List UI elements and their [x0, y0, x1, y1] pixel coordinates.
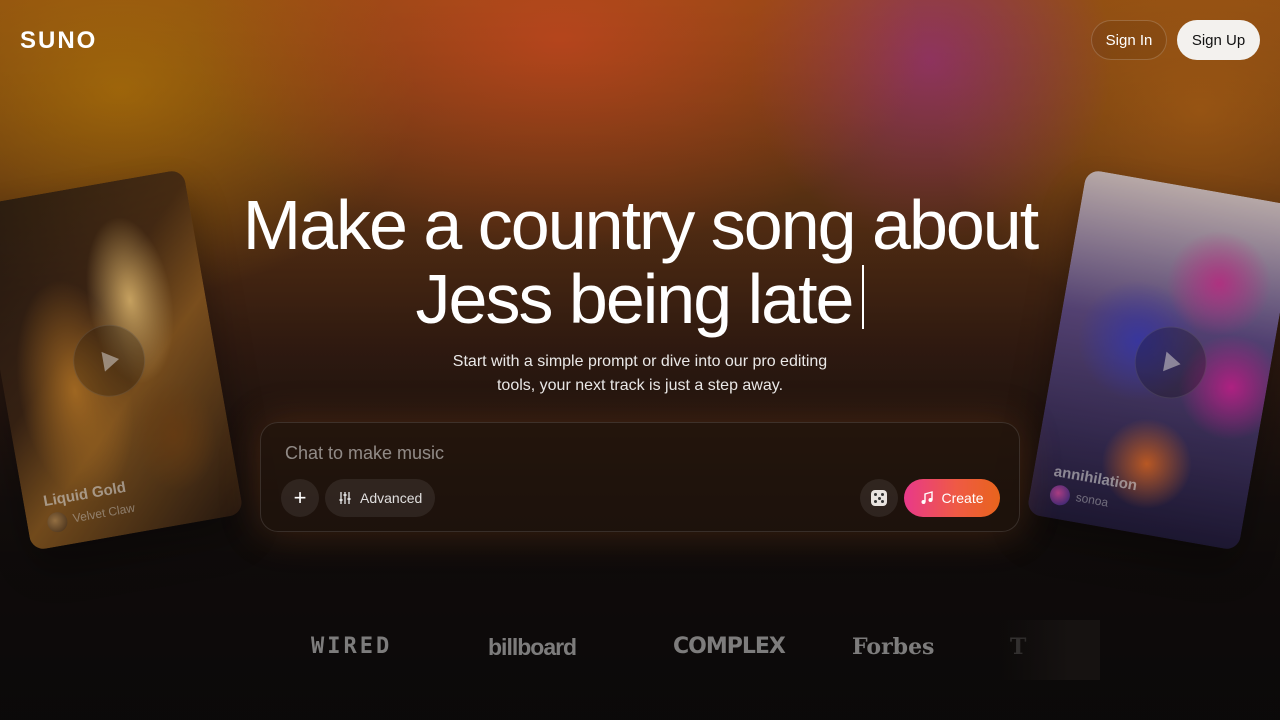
song-artist: Velvet Claw [71, 500, 136, 526]
dice-icon [871, 490, 887, 506]
forbes-logo: Forbes [852, 634, 935, 660]
headline-line-2: Jess being late [415, 260, 855, 338]
suno-logo[interactable]: SUNO [20, 27, 97, 55]
marquee-fade [1000, 620, 1100, 680]
music-note-icon [921, 491, 934, 504]
typing-caret [862, 265, 865, 329]
advanced-label: Advanced [360, 490, 423, 506]
subtitle-line-1: Start with a simple prompt or dive into … [452, 353, 828, 370]
song-artist: sonoa [1074, 490, 1110, 510]
sliders-icon [339, 492, 351, 504]
hero-headline: Make a country song about Jess being lat… [140, 188, 1140, 336]
artist-avatar [45, 510, 69, 534]
music-prompt-composer: Chat to make music + Advanced Create [260, 422, 1020, 532]
wired-logo: WIRED [311, 634, 393, 659]
artist-avatar [1048, 483, 1072, 507]
sign-up-button[interactable]: Sign Up [1177, 20, 1260, 60]
sign-in-button[interactable]: Sign In [1091, 20, 1167, 60]
billboard-logo: billboard [488, 634, 577, 660]
headline-line-1: Make a country song about [242, 186, 1039, 264]
hero-subtitle: Start with a simple prompt or dive into … [340, 350, 940, 398]
subtitle-line-2: tools, your next track is just a step aw… [496, 377, 784, 394]
create-label: Create [941, 490, 984, 506]
play-icon[interactable] [67, 319, 151, 403]
play-icon[interactable] [1128, 320, 1213, 405]
advanced-button[interactable]: Advanced [325, 479, 436, 517]
plus-icon: + [293, 485, 307, 510]
create-button[interactable]: Create [904, 479, 1000, 517]
prompt-input[interactable]: Chat to make music [285, 443, 845, 464]
add-button[interactable]: + [281, 479, 319, 517]
random-prompt-button[interactable] [860, 479, 898, 517]
complex-logo: COMPLEX [673, 634, 786, 659]
